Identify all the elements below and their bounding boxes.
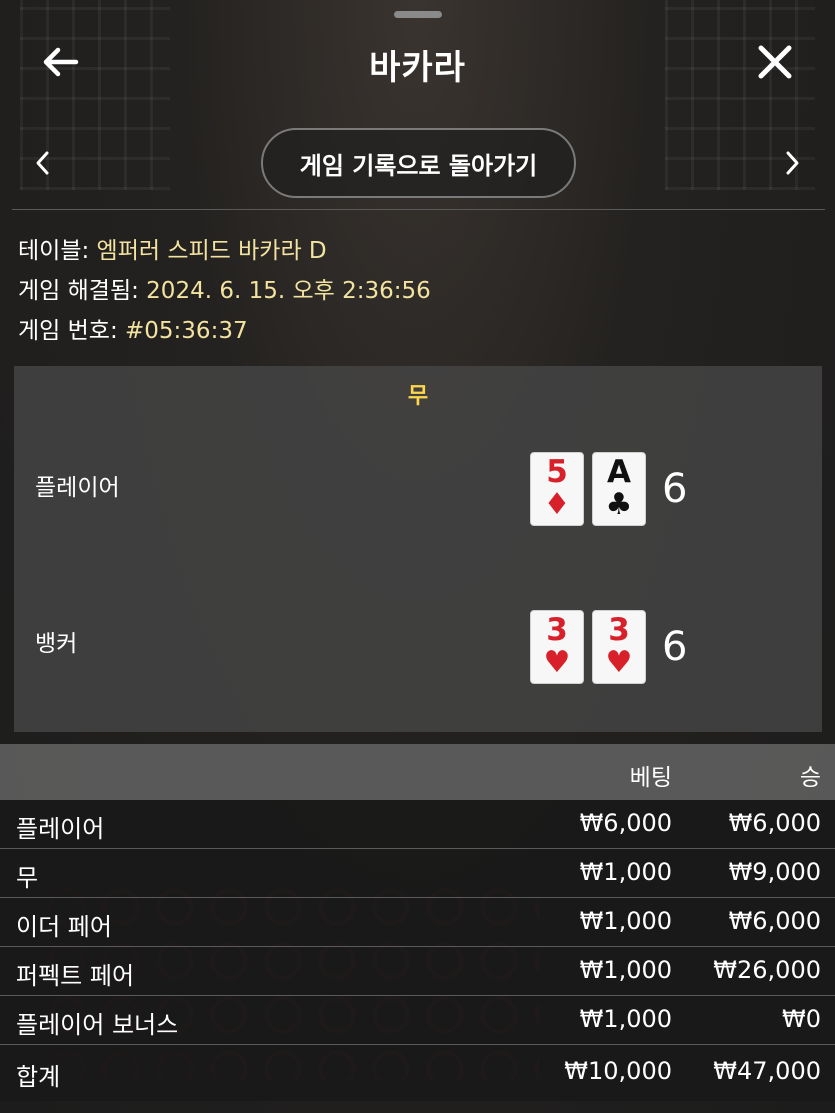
- club-suit-icon: ♣: [605, 487, 633, 522]
- table-row: 이더 페어 ₩1,000 ₩6,000: [0, 898, 835, 947]
- table-value: 엠퍼러 스피드 바카라 D: [96, 238, 327, 264]
- bet-type: 플레이어: [16, 815, 105, 843]
- total-label: 합계: [16, 1063, 61, 1091]
- game-number-label: 게임 번호:: [18, 318, 126, 344]
- page-title: 바카라: [369, 48, 466, 88]
- total-win: ₩47,000: [713, 1057, 821, 1085]
- win-amount: ₩9,000: [728, 858, 821, 886]
- table-row: 무 ₩1,000 ₩9,000: [0, 849, 835, 898]
- outcome-label: 무: [407, 384, 429, 409]
- playing-card: 3 ♥: [530, 610, 584, 684]
- resolved-value: 2024. 6. 15. 오후 2:36:56: [146, 278, 431, 304]
- win-amount: ₩6,000: [728, 907, 821, 935]
- win-amount: ₩6,000: [728, 809, 821, 837]
- table-info: 테이블: 엠퍼러 스피드 바카라 D: [18, 231, 327, 265]
- bet-column-header: 베팅: [629, 765, 672, 791]
- bet-amount: ₩1,000: [579, 858, 672, 886]
- table-row: 플레이어 ₩6,000 ₩6,000: [0, 800, 835, 849]
- header: 바카라: [0, 30, 835, 94]
- bets-table: 플레이어 ₩6,000 ₩6,000 무 ₩1,000 ₩9,000 이더 페어…: [0, 800, 835, 1101]
- bet-type: 이더 페어: [16, 913, 112, 941]
- card-rank: 5: [546, 454, 568, 490]
- close-button[interactable]: [751, 40, 799, 88]
- banker-cards: 3 ♥ 3 ♥: [530, 610, 646, 684]
- player-hand-label: 플레이어: [35, 475, 120, 501]
- bet-type: 무: [16, 864, 39, 892]
- previous-game-button[interactable]: [28, 148, 58, 178]
- total-bet: ₩10,000: [564, 1057, 672, 1085]
- player-cards: 5 ♦ A ♣: [530, 452, 646, 526]
- playing-card: A ♣: [592, 452, 646, 526]
- bet-type: 플레이어 보너스: [16, 1011, 179, 1039]
- bet-amount: ₩1,000: [579, 956, 672, 984]
- table-row: 플레이어 보너스 ₩1,000 ₩0: [0, 996, 835, 1045]
- game-detail-sheet: 바카라 게임 기록으로 돌아가기 테이블: 엠퍼러 스피드 바카라 D 게임 해…: [0, 0, 835, 1113]
- chevron-right-icon: [786, 151, 799, 175]
- bets-table-header: 베팅 승: [0, 744, 835, 800]
- win-column-header: 승: [799, 765, 821, 791]
- sheet-grabber[interactable]: [394, 11, 442, 18]
- next-game-button[interactable]: [777, 148, 807, 178]
- banker-score: 6: [662, 624, 688, 670]
- card-rank: A: [607, 454, 631, 490]
- game-number-info: 게임 번호: #05:36:37: [18, 311, 248, 345]
- banker-hand-label: 뱅커: [35, 631, 78, 657]
- playing-card: 3 ♥: [592, 610, 646, 684]
- close-icon: [758, 45, 792, 79]
- bet-amount: ₩6,000: [579, 809, 672, 837]
- playing-card: 5 ♦: [530, 452, 584, 526]
- divider: [12, 209, 825, 210]
- resolved-label: 게임 해결됨:: [18, 278, 147, 304]
- bet-amount: ₩1,000: [579, 907, 672, 935]
- player-score: 6: [662, 466, 688, 512]
- chevron-left-icon: [36, 151, 49, 175]
- bet-amount: ₩1,000: [579, 1005, 672, 1033]
- game-number-value: #05:36:37: [125, 318, 248, 344]
- win-amount: ₩0: [782, 1005, 821, 1033]
- heart-suit-icon: ♥: [543, 645, 571, 680]
- result-panel: 무 플레이어 5 ♦ A ♣ 6 뱅커 3 ♥ 3 ♥ 6: [14, 366, 822, 732]
- heart-suit-icon: ♥: [605, 645, 633, 680]
- total-row: 합계 ₩10,000 ₩47,000: [0, 1045, 835, 1101]
- resolved-info: 게임 해결됨: 2024. 6. 15. 오후 2:36:56: [18, 271, 431, 305]
- bet-type: 퍼펙트 페어: [16, 962, 135, 990]
- back-to-history-button[interactable]: 게임 기록으로 돌아가기: [261, 128, 576, 198]
- card-rank: 3: [546, 612, 568, 648]
- history-navigation: 게임 기록으로 돌아가기: [0, 128, 835, 198]
- card-rank: 3: [608, 612, 630, 648]
- win-amount: ₩26,000: [713, 956, 821, 984]
- table-row: 퍼펙트 페어 ₩1,000 ₩26,000: [0, 947, 835, 996]
- table-label: 테이블:: [18, 238, 97, 264]
- diamond-suit-icon: ♦: [543, 487, 571, 522]
